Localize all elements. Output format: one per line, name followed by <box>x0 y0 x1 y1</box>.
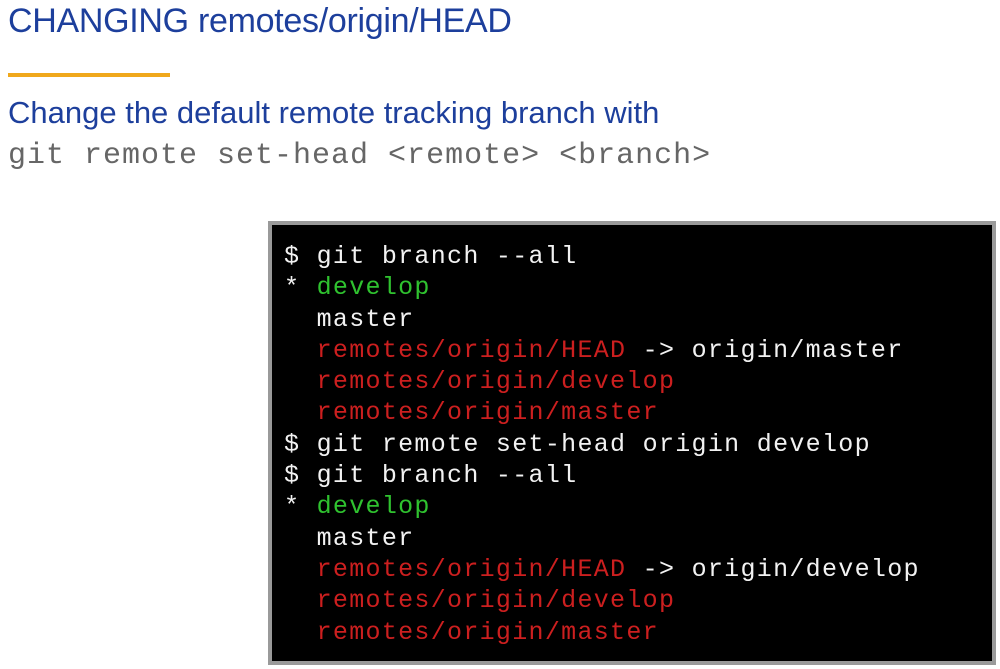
terminal-text-segment: remotes/origin/master <box>316 398 659 428</box>
terminal-text-segment: * <box>284 273 317 303</box>
terminal-line: $ git branch --all <box>284 460 920 491</box>
terminal-line: remotes/origin/HEAD -> origin/develop <box>284 554 920 585</box>
terminal-line: $ git branch --all <box>284 241 920 272</box>
terminal-line: * develop <box>284 491 920 522</box>
terminal-text-segment: -> origin/master <box>626 335 904 365</box>
terminal-line: remotes/origin/develop <box>284 366 920 397</box>
slide-title: CHANGING remotes/origin/HEAD <box>8 2 512 40</box>
terminal-line: $ git remote set-head origin develop <box>284 429 920 460</box>
terminal-text-segment: remotes/origin/develop <box>316 586 676 616</box>
terminal-text-segment: remotes/origin/HEAD <box>316 554 627 584</box>
terminal-line: master <box>284 304 920 335</box>
terminal-text-segment: -> origin/develop <box>626 554 920 584</box>
terminal-text-segment: $ git branch --all <box>284 242 578 271</box>
terminal-text-segment: master <box>284 523 415 553</box>
terminal-text-segment: remotes/origin/develop <box>316 367 676 397</box>
terminal-text-segment: $ git remote set-head origin develop <box>284 429 871 459</box>
terminal-line: remotes/origin/HEAD -> origin/master <box>284 335 920 366</box>
terminal-line: remotes/origin/master <box>284 617 920 648</box>
terminal-text-segment: remotes/origin/master <box>316 617 659 647</box>
command-syntax: git remote set-head <remote> <branch> <box>8 139 712 173</box>
terminal-text-segment: * <box>284 492 317 522</box>
terminal-text-segment: remotes/origin/HEAD <box>316 335 627 365</box>
terminal-text-segment: master <box>284 304 415 334</box>
terminal-text-segment: $ git branch --all <box>284 461 578 491</box>
terminal-line: master <box>284 523 920 554</box>
terminal-line: remotes/origin/master <box>284 397 920 428</box>
terminal-text-segment: develop <box>316 492 431 522</box>
terminal-text-segment: develop <box>316 273 431 303</box>
slide-subtitle: Change the default remote tracking branc… <box>8 95 660 130</box>
terminal-output: $ git branch --all * develop master remot… <box>284 241 920 648</box>
terminal-line: remotes/origin/develop <box>284 585 920 616</box>
title-accent-rule <box>8 73 170 77</box>
terminal-line: * develop <box>284 272 920 303</box>
terminal-window: $ git branch --all * develop master remot… <box>268 221 996 665</box>
